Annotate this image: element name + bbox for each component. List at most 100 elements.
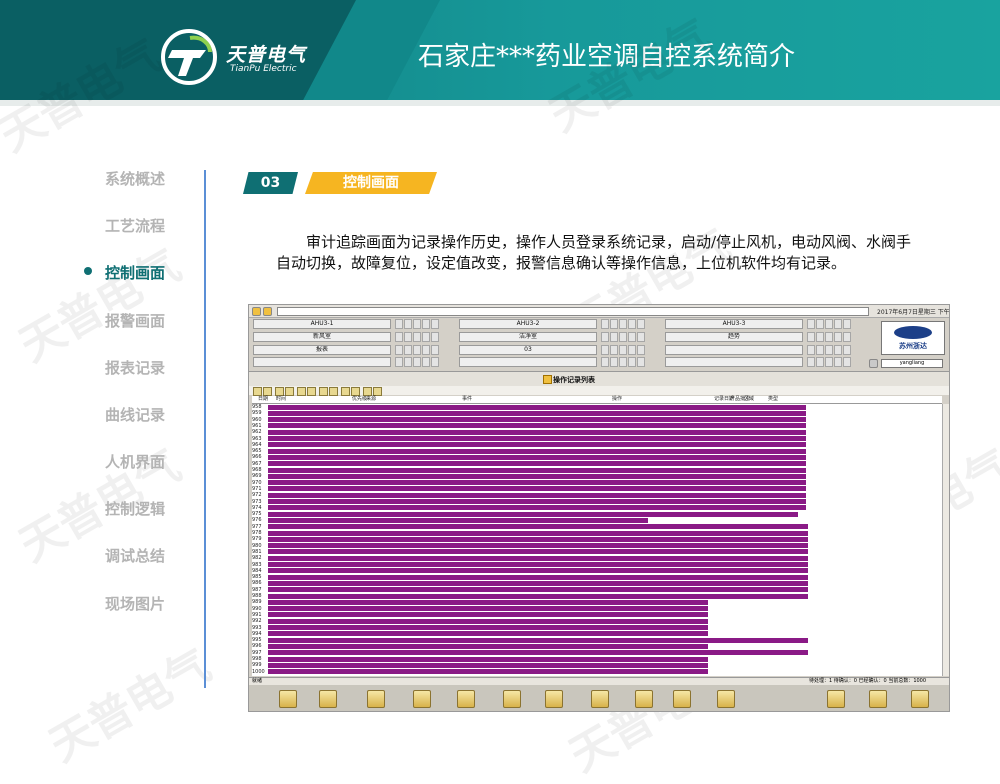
ahu-cell[interactable]: AHU3-1 bbox=[253, 319, 391, 329]
table-row[interactable] bbox=[268, 480, 806, 486]
column-header[interactable]: 操作 bbox=[612, 396, 622, 403]
nav-item-control-logic[interactable]: 控制逻辑 bbox=[105, 498, 165, 519]
table-row[interactable] bbox=[268, 650, 808, 656]
column-header[interactable]: 来源 bbox=[366, 396, 376, 403]
ahu-cell[interactable]: 趋势 bbox=[665, 332, 803, 342]
toolbar-icon[interactable] bbox=[297, 387, 306, 396]
toolbar-icon[interactable] bbox=[373, 387, 382, 396]
table-row[interactable] bbox=[268, 637, 808, 643]
nav-item-debug-summary[interactable]: 调试总结 bbox=[105, 545, 165, 566]
ahu-cell[interactable]: 新风室 bbox=[253, 332, 391, 342]
toolbar-icon[interactable] bbox=[341, 387, 350, 396]
table-row[interactable] bbox=[268, 625, 708, 630]
function-button[interactable] bbox=[457, 690, 475, 708]
nav-item-hmi[interactable]: 人机界面 bbox=[105, 451, 165, 472]
table-row[interactable] bbox=[268, 593, 808, 599]
function-button[interactable] bbox=[717, 690, 735, 708]
function-button[interactable] bbox=[545, 690, 563, 708]
vertical-scrollbar[interactable] bbox=[942, 404, 949, 676]
toolbar-icon[interactable] bbox=[307, 387, 316, 396]
table-row[interactable] bbox=[268, 656, 708, 662]
table-row[interactable] bbox=[268, 524, 808, 530]
nav-item-alarm-screen[interactable]: 报警画面 bbox=[105, 310, 165, 331]
table-row[interactable] bbox=[268, 536, 808, 542]
table-row[interactable] bbox=[268, 454, 806, 460]
toolbar-icon[interactable] bbox=[319, 387, 328, 396]
folder-icon[interactable] bbox=[263, 307, 272, 316]
table-row[interactable] bbox=[268, 555, 808, 561]
ahu-cell[interactable] bbox=[665, 357, 803, 367]
table-row[interactable] bbox=[268, 662, 708, 668]
table-row[interactable] bbox=[268, 599, 708, 605]
toolbar-icon[interactable] bbox=[263, 387, 272, 396]
table-row[interactable] bbox=[268, 606, 708, 612]
table-row[interactable] bbox=[268, 562, 808, 567]
column-header[interactable]: 区域 bbox=[744, 396, 754, 403]
ahu-cell[interactable]: 报表 bbox=[253, 345, 391, 355]
table-row[interactable] bbox=[268, 486, 806, 492]
table-row[interactable] bbox=[268, 517, 648, 523]
ahu-cell[interactable]: 03 bbox=[459, 345, 597, 355]
table-row[interactable] bbox=[268, 612, 708, 618]
toolbar-icon[interactable] bbox=[253, 387, 262, 396]
table-row[interactable] bbox=[268, 499, 806, 504]
ahu-cell[interactable] bbox=[665, 345, 803, 355]
toolbar-icon[interactable] bbox=[363, 387, 372, 396]
table-row[interactable] bbox=[268, 587, 808, 593]
ahu-cell[interactable]: AHU3-3 bbox=[665, 319, 803, 329]
table-row[interactable] bbox=[268, 543, 808, 549]
table-row[interactable] bbox=[268, 580, 808, 586]
function-button[interactable] bbox=[319, 690, 337, 708]
nav-item-control-screen[interactable]: 控制画面 bbox=[105, 262, 165, 283]
function-button[interactable] bbox=[413, 690, 431, 708]
function-button[interactable] bbox=[503, 690, 521, 708]
toolbar-icon[interactable] bbox=[275, 387, 284, 396]
table-row[interactable] bbox=[268, 492, 806, 498]
function-button[interactable] bbox=[911, 690, 929, 708]
table-row[interactable] bbox=[268, 511, 798, 517]
nav-item-process[interactable]: 工艺流程 bbox=[105, 215, 165, 236]
table-row[interactable] bbox=[268, 631, 708, 637]
ahu-cell[interactable]: AHU3-2 bbox=[459, 319, 597, 329]
function-button[interactable] bbox=[367, 690, 385, 708]
ahu-cell[interactable]: 洁净室 bbox=[459, 332, 597, 342]
function-button[interactable] bbox=[635, 690, 653, 708]
column-header[interactable]: 时间 bbox=[276, 396, 286, 403]
function-button[interactable] bbox=[673, 690, 691, 708]
table-row[interactable] bbox=[268, 618, 708, 624]
function-button[interactable] bbox=[591, 690, 609, 708]
table-row[interactable] bbox=[268, 436, 806, 441]
table-row[interactable] bbox=[268, 423, 806, 429]
table-row[interactable] bbox=[268, 643, 708, 649]
folder-icon[interactable] bbox=[252, 307, 261, 316]
table-row[interactable] bbox=[268, 530, 808, 536]
function-button[interactable] bbox=[827, 690, 845, 708]
nav-item-report-record[interactable]: 报表记录 bbox=[105, 357, 165, 378]
table-row[interactable] bbox=[268, 461, 806, 467]
column-header[interactable]: 事件 bbox=[462, 396, 472, 403]
table-row[interactable] bbox=[268, 442, 806, 448]
table-row[interactable] bbox=[268, 467, 806, 473]
table-row[interactable] bbox=[268, 417, 806, 423]
table-row[interactable] bbox=[268, 448, 806, 454]
table-row[interactable] bbox=[268, 410, 806, 416]
table-row[interactable] bbox=[268, 473, 806, 479]
nav-item-curve-record[interactable]: 曲线记录 bbox=[105, 404, 165, 425]
table-row[interactable] bbox=[268, 549, 808, 555]
table-row[interactable] bbox=[268, 404, 806, 410]
toolbar-icon[interactable] bbox=[351, 387, 360, 396]
nav-item-overview[interactable]: 系统概述 bbox=[105, 168, 165, 189]
toolbar-icon[interactable] bbox=[329, 387, 338, 396]
column-header[interactable]: 日期 bbox=[258, 396, 268, 403]
column-header[interactable]: 优先级 bbox=[352, 396, 367, 403]
address-field[interactable] bbox=[277, 307, 869, 316]
table-row[interactable] bbox=[268, 505, 806, 511]
function-button[interactable] bbox=[869, 690, 887, 708]
column-header[interactable]: 类型 bbox=[768, 396, 778, 403]
table-row[interactable] bbox=[268, 429, 806, 435]
ahu-cell[interactable] bbox=[459, 357, 597, 367]
nav-item-site-photos[interactable]: 现场图片 bbox=[105, 593, 165, 614]
toolbar-icon[interactable] bbox=[285, 387, 294, 396]
function-button[interactable] bbox=[279, 690, 297, 708]
table-row[interactable] bbox=[268, 669, 708, 675]
